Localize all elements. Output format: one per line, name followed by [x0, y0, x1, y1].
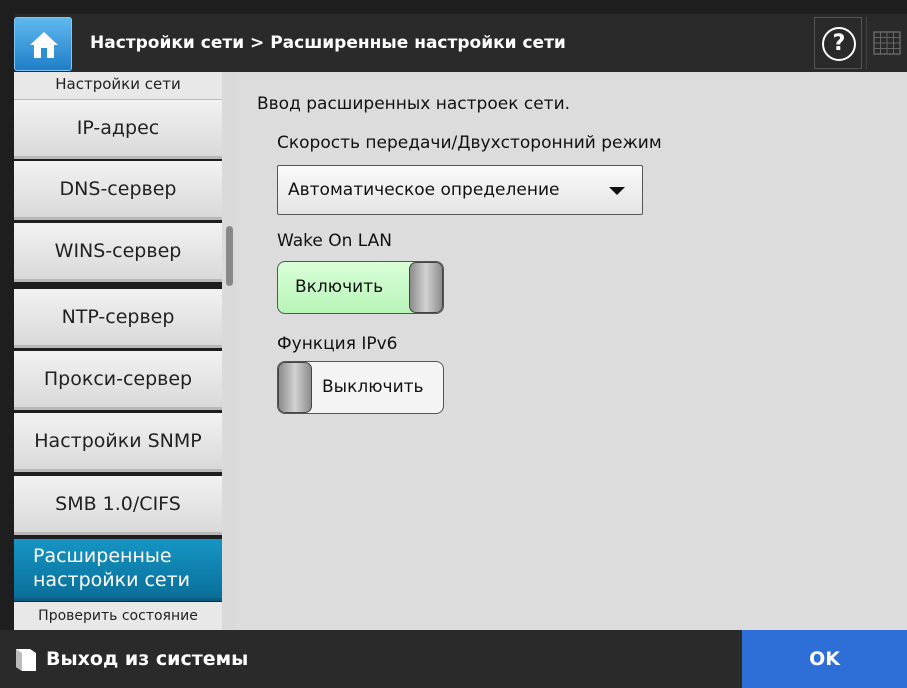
chevron-down-icon	[609, 187, 625, 195]
sidebar-item-snmp[interactable]: Настройки SNMP	[14, 413, 222, 472]
sidebar-item-dns-server[interactable]: DNS-сервер	[14, 161, 222, 220]
ipv6-toggle[interactable]: Выключить	[277, 361, 444, 414]
header-bar: Настройки сети > Расширенные настройки с…	[14, 14, 907, 72]
help-icon: ?	[822, 27, 856, 61]
keyboard-icon	[873, 31, 901, 55]
logout-label: Выход из системы	[46, 648, 249, 670]
keyboard-button[interactable]	[866, 17, 907, 69]
ipv6-label: Функция IPv6	[277, 334, 398, 354]
wol-state-label: Включить	[295, 277, 384, 297]
wol-toggle[interactable]: Включить	[277, 261, 444, 314]
sidebar-item-ip-address[interactable]: IP-адрес	[14, 100, 222, 159]
wol-label: Wake On LAN	[277, 231, 393, 251]
help-button[interactable]: ?	[814, 17, 862, 69]
sidebar-header: Настройки сети	[14, 72, 222, 100]
sidebar-item-ntp-server[interactable]: NTP-сервер	[14, 289, 222, 348]
toggle-knob	[409, 262, 443, 313]
toggle-knob	[278, 362, 312, 413]
ipv6-state-label: Выключить	[322, 377, 424, 397]
sidebar-item-proxy-server[interactable]: Прокси-сервер	[14, 351, 222, 410]
speed-label: Скорость передачи/Двухсторонний режим	[277, 133, 662, 153]
intro-text: Ввод расширенных настроек сети.	[257, 94, 571, 114]
sidebar-footer-check-status[interactable]: Проверить состояние	[14, 602, 222, 630]
sidebar-item-wins-server[interactable]: WINS-сервер	[14, 223, 222, 282]
sidebar-item-advanced-network[interactable]: Расширенные настройки сети	[14, 539, 222, 601]
ok-button[interactable]: OK	[742, 630, 907, 688]
page-title: Настройки сети > Расширенные настройки с…	[90, 33, 566, 53]
sidebar: Настройки сети IP-адрес DNS-сервер WINS-…	[14, 72, 222, 630]
speed-duplex-value: Автоматическое определение	[288, 180, 560, 200]
logout-button[interactable]: Выход из системы	[14, 630, 248, 688]
app-frame: Настройки сети > Расширенные настройки с…	[0, 0, 907, 688]
footer-bar: Выход из системы OK	[0, 630, 907, 688]
sidebar-item-smb[interactable]: SMB 1.0/CIFS	[14, 476, 222, 535]
speed-duplex-select[interactable]: Автоматическое определение	[277, 165, 643, 215]
main-panel: Ввод расширенных настроек сети. Скорость…	[236, 72, 907, 630]
sidebar-scrollbar[interactable]	[222, 72, 236, 630]
book-icon	[16, 648, 36, 671]
home-icon	[30, 32, 58, 58]
scrollbar-thumb[interactable]	[226, 226, 233, 286]
home-button[interactable]	[14, 17, 72, 71]
